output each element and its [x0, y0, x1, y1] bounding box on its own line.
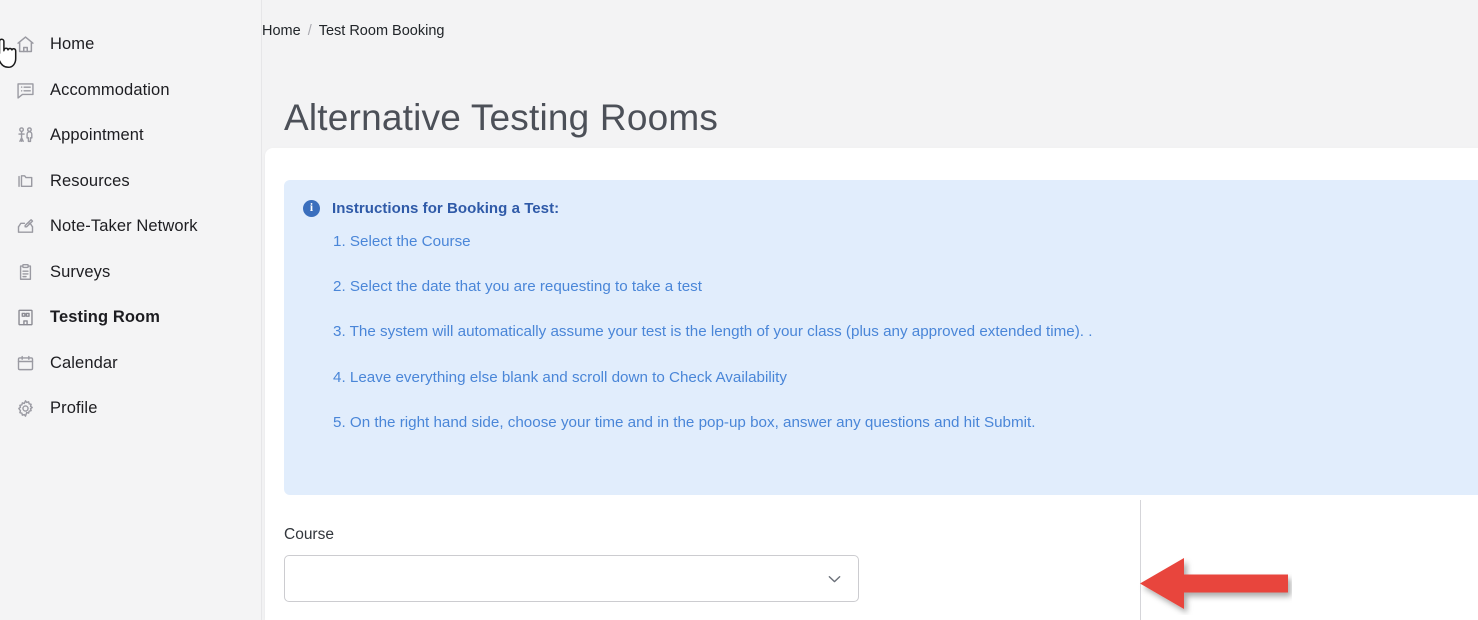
gear-icon: [14, 398, 36, 420]
sidebar-item-testing-room[interactable]: Testing Room: [0, 295, 261, 341]
instructions-alert-title: Instructions for Booking a Test:: [332, 200, 559, 217]
instructions-alert-header: i Instructions for Booking a Test:: [284, 200, 1478, 217]
home-icon: [14, 34, 36, 56]
instruction-step: 1. Select the Course: [284, 234, 1478, 249]
sidebar-item-surveys[interactable]: Surveys: [0, 250, 261, 296]
breadcrumb-separator: /: [308, 23, 312, 39]
sidebar-item-label: Profile: [50, 399, 97, 418]
instruction-step: 3. The system will automatically assume …: [284, 324, 1478, 339]
chevron-down-icon[interactable]: [825, 569, 844, 588]
main-content: Home / Test Room Booking Alternative Tes…: [262, 0, 1478, 620]
booking-card: i Instructions for Booking a Test: 1. Se…: [265, 148, 1478, 620]
instruction-step: 5. On the right hand side, choose your t…: [284, 415, 1478, 430]
people-icon: [14, 125, 36, 147]
sidebar-item-label: Accommodation: [50, 81, 170, 100]
speech-bubble-list-icon: [14, 79, 36, 101]
folders-icon: [14, 170, 36, 192]
breadcrumb-home-link[interactable]: Home: [262, 23, 301, 39]
breadcrumb: Home / Test Room Booking: [262, 23, 444, 39]
column-divider: [1140, 500, 1141, 620]
inbox-pencil-icon: [14, 216, 36, 238]
sidebar-item-note-taker-network[interactable]: Note-Taker Network: [0, 204, 261, 250]
clipboard-icon: [14, 261, 36, 283]
page-title: Alternative Testing Rooms: [284, 97, 718, 139]
course-select[interactable]: [284, 555, 859, 602]
sidebar: Home Accommodation: [0, 0, 262, 620]
sidebar-item-home[interactable]: Home: [0, 22, 261, 68]
breadcrumb-current: Test Room Booking: [319, 23, 445, 39]
sidebar-item-label: Calendar: [50, 354, 118, 373]
sidebar-item-label: Home: [50, 35, 94, 54]
sidebar-item-label: Testing Room: [50, 308, 160, 327]
sidebar-item-resources[interactable]: Resources: [0, 159, 261, 205]
sidebar-item-accommodation[interactable]: Accommodation: [0, 68, 261, 114]
sidebar-item-label: Note-Taker Network: [50, 217, 198, 236]
instruction-step: 4. Leave everything else blank and scrol…: [284, 370, 1478, 385]
sidebar-item-calendar[interactable]: Calendar: [0, 341, 261, 387]
sidebar-item-appointment[interactable]: Appointment: [0, 113, 261, 159]
app-root: Home Accommodation: [0, 0, 1478, 620]
course-field: Course: [284, 526, 859, 602]
sidebar-item-label: Surveys: [50, 263, 110, 282]
info-icon: i: [303, 200, 320, 217]
course-label: Course: [284, 526, 859, 544]
calendar-icon: [14, 352, 36, 374]
sidebar-item-label: Resources: [50, 172, 130, 191]
sidebar-item-profile[interactable]: Profile: [0, 386, 261, 432]
building-icon: [14, 307, 36, 329]
sidebar-item-label: Appointment: [50, 126, 144, 145]
instructions-alert: i Instructions for Booking a Test: 1. Se…: [284, 180, 1478, 495]
instruction-step: 2. Select the date that you are requesti…: [284, 279, 1478, 294]
